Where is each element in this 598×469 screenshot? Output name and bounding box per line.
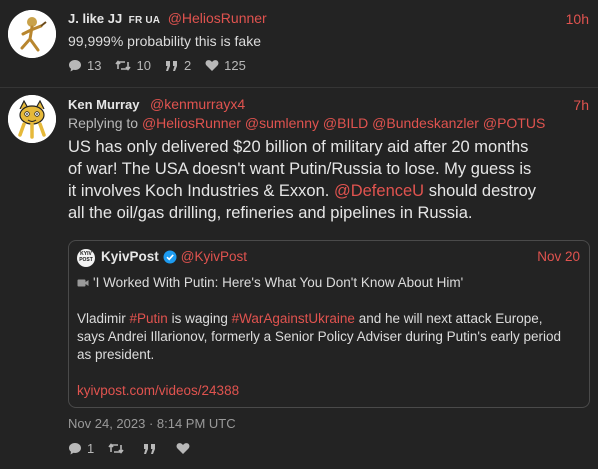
user-handle[interactable]: @KyivPost	[181, 249, 247, 264]
body-text: is waging	[171, 311, 228, 326]
tweet-header: Ken Murray @kenmurrayx4	[68, 96, 245, 114]
mention-link[interactable]: @POTUS	[483, 115, 545, 131]
tweet-2: Ken Murray @kenmurrayx4 7h Replying to @…	[0, 89, 598, 469]
quote-body-line: as president.	[77, 347, 155, 362]
tweet-stats: 1	[68, 441, 209, 456]
tweet-time[interactable]: 10h	[566, 11, 589, 27]
body-text: and he will next attack Europe,	[358, 311, 543, 326]
heart-icon	[205, 60, 219, 71]
quote-time[interactable]: Nov 20	[537, 249, 580, 264]
like-button[interactable]	[176, 442, 195, 455]
tweet-text-line: US has only delivered $20 billion of mil…	[68, 138, 529, 156]
reply-button[interactable]: 13	[68, 58, 101, 73]
retweet-button[interactable]: 10	[115, 58, 151, 73]
retweet-icon	[115, 60, 132, 71]
quote-header: KyivPost @KyivPost	[101, 249, 247, 264]
video-icon	[77, 279, 89, 286]
tweet-stats: 13 10 2 125	[68, 58, 260, 73]
tweet-text: US has only delivered $20 billion of mil…	[68, 136, 536, 224]
tweet-text-line: it involves Koch Industries & Exxon. @De…	[68, 180, 536, 202]
tweet-date[interactable]: Nov 24, 2023 · 8:14 PM UTC	[68, 416, 236, 431]
kyivpost-logo: KYIV POST	[77, 249, 95, 267]
mention-link[interactable]: @Bundeskanzler	[372, 115, 479, 131]
logo-text: POST	[79, 256, 93, 263]
comment-icon	[69, 443, 81, 455]
tweet-text-segment: should destroy	[428, 182, 537, 200]
mention-link[interactable]: @BILD	[323, 115, 368, 131]
quote-icon	[165, 60, 177, 71]
user-handle[interactable]: @HeliosRunner	[168, 10, 267, 26]
reply-count: 1	[87, 441, 95, 456]
mention-link[interactable]: @HeliosRunner	[142, 115, 241, 131]
runner-avatar-icon	[8, 10, 56, 58]
user-handle[interactable]: @kenmurrayx4	[150, 96, 245, 112]
quote-count: 2	[183, 58, 192, 73]
quoted-tweet[interactable]: KYIV POST KyivPost @KyivPost Nov 20 'I W…	[68, 240, 590, 408]
quote-body: Vladimir #Putin is waging #WarAgainstUkr…	[77, 310, 561, 364]
hashtag-link[interactable]: #Putin	[130, 311, 168, 326]
tweet-header: J. like JJ FR UA @HeliosRunner	[68, 10, 267, 28]
tweet-text: 99,999% probability this is fake	[68, 33, 261, 49]
hashtag-link[interactable]: #WarAgainstUkraine	[232, 311, 355, 326]
tweet-1: J. like JJ FR UA @HeliosRunner 10h 99,99…	[0, 0, 598, 88]
heart-icon	[176, 443, 190, 454]
tweet-time[interactable]: 7h	[573, 97, 589, 113]
display-name[interactable]: J. like JJ	[68, 11, 122, 26]
replying-to: Replying to @HeliosRunner @sumlenny @BIL…	[68, 115, 545, 131]
retweet-icon	[108, 443, 124, 454]
tweet-text-line: of war! The USA doesn't want Putin/Russi…	[68, 160, 532, 178]
quote-button[interactable]: 2	[165, 58, 191, 73]
like-count: 125	[224, 58, 246, 73]
headline-text: 'I Worked With Putin: Here's What You Do…	[93, 275, 464, 290]
tweet-text-segment: it involves Koch Industries & Exxon.	[68, 182, 330, 200]
comment-icon	[69, 60, 81, 72]
flags-label: FR UA	[128, 15, 161, 26]
replying-to-label: Replying to	[68, 115, 139, 131]
avatar[interactable]	[8, 10, 56, 58]
mention-link[interactable]: @sumlenny	[245, 115, 319, 131]
mention-link[interactable]: @DefenceU	[334, 182, 424, 200]
reply-button[interactable]: 1	[68, 441, 94, 456]
reply-count: 13	[87, 58, 102, 73]
tweet-text-line: all the oil/gas drilling, refineries and…	[68, 204, 473, 222]
retweet-button[interactable]	[108, 442, 129, 455]
quote-body-line: Vladimir #Putin is waging #WarAgainstUkr…	[77, 310, 561, 328]
verified-badge-icon	[163, 250, 177, 263]
quote-button[interactable]	[143, 443, 162, 455]
body-text: Vladimir	[77, 311, 126, 326]
quote-body-line: says Andrei Illarionov, formerly a Senio…	[77, 329, 562, 344]
display-name[interactable]: KyivPost	[101, 249, 159, 264]
like-button[interactable]: 125	[205, 58, 246, 73]
avatar[interactable]	[8, 95, 56, 143]
retweet-count: 10	[136, 58, 151, 73]
cat-avatar-icon	[8, 95, 56, 143]
quote-icon	[144, 443, 156, 454]
external-link[interactable]: kyivpost.com/videos/24388	[77, 383, 239, 398]
display-name[interactable]: Ken Murray	[68, 97, 140, 112]
quote-headline: 'I Worked With Putin: Here's What You Do…	[77, 275, 463, 290]
